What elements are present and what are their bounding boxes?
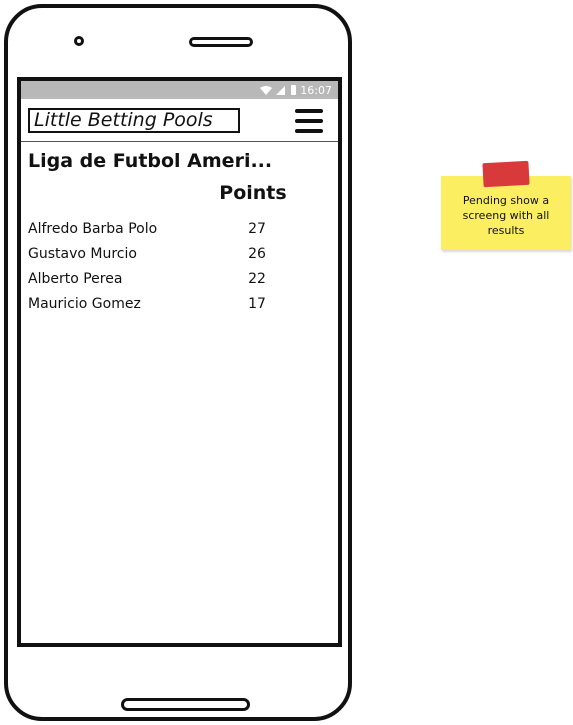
sticky-note-text: Pending show a screeng with all results bbox=[462, 193, 550, 237]
standings-list: Alfredo Barba Polo 27 Gustavo Murcio 26 … bbox=[28, 216, 328, 316]
list-item[interactable]: Mauricio Gomez 17 bbox=[28, 291, 328, 316]
points-column-header: Points bbox=[219, 182, 287, 204]
camera-icon bbox=[74, 36, 84, 46]
player-name: Alberto Perea bbox=[28, 270, 123, 287]
league-title: Liga de Futbol Ameri... bbox=[28, 150, 273, 172]
tape-icon bbox=[482, 160, 530, 188]
signal-icon bbox=[276, 85, 286, 95]
hamburger-menu-icon[interactable] bbox=[295, 109, 323, 133]
sticky-note: Pending show a screeng with all results bbox=[441, 176, 571, 250]
player-name: Gustavo Murcio bbox=[28, 245, 137, 262]
earpiece bbox=[189, 37, 253, 47]
list-item[interactable]: Alberto Perea 22 bbox=[28, 266, 328, 291]
player-points: 26 bbox=[248, 245, 266, 262]
status-bar: 16:07 bbox=[21, 81, 338, 99]
player-points: 17 bbox=[248, 295, 266, 312]
battery-icon bbox=[291, 85, 297, 95]
app-header: Little Betting Pools bbox=[21, 99, 338, 142]
phone-screen: 16:07 Little Betting Pools Liga de Futbo… bbox=[17, 77, 342, 647]
player-points: 27 bbox=[248, 220, 266, 237]
status-time: 16:07 bbox=[300, 83, 332, 97]
list-item[interactable]: Gustavo Murcio 26 bbox=[28, 241, 328, 266]
wifi-icon bbox=[260, 85, 273, 95]
player-points: 22 bbox=[248, 270, 266, 287]
app-title: Little Betting Pools bbox=[28, 108, 240, 133]
list-item[interactable]: Alfredo Barba Polo 27 bbox=[28, 216, 328, 241]
player-name: Mauricio Gomez bbox=[28, 295, 141, 312]
home-button[interactable] bbox=[121, 698, 250, 711]
player-name: Alfredo Barba Polo bbox=[28, 220, 158, 237]
